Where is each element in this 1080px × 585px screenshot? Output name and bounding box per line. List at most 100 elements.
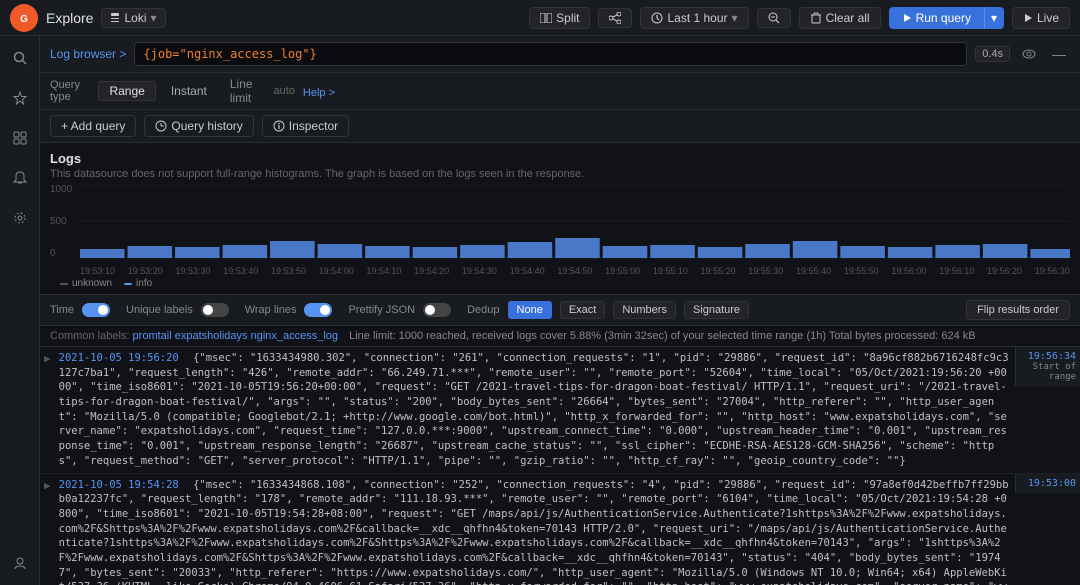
top-nav-right: Split Last 1 hour ▾ Clear all Run query … <box>529 7 1070 29</box>
live-icon <box>1023 13 1033 23</box>
dedup-none-button[interactable]: None <box>508 301 552 319</box>
chart-area: 1000 500 0 <box>40 184 1080 294</box>
help-link[interactable]: Help > <box>303 87 335 99</box>
unique-labels-toggle[interactable] <box>201 303 229 317</box>
log-text: {"msec": "1633434868.108", "connection":… <box>59 479 1009 585</box>
chart-xaxis: 19:53:10 19:53:20 19:53:30 19:53:40 19:5… <box>50 266 1070 276</box>
query-history-button[interactable]: Query history <box>144 115 253 137</box>
wrap-lines-label: Wrap lines <box>245 304 297 316</box>
run-query-button[interactable]: Run query <box>889 7 984 29</box>
tab-range[interactable]: Range <box>98 81 155 101</box>
run-query-group: Run query ▾ <box>889 7 1004 29</box>
left-sidebar <box>0 36 40 585</box>
log-entries: ▶ 2021-10-05 19:56:20 {"msec": "16334349… <box>40 347 1080 585</box>
explore-title: Explore <box>46 10 93 26</box>
prettify-json-toggle[interactable] <box>423 303 451 317</box>
time-chevron: ▾ <box>732 11 738 25</box>
label-promtail[interactable]: promtail <box>133 330 172 342</box>
eye-icon[interactable] <box>1018 44 1040 64</box>
svg-text:G: G <box>20 14 28 25</box>
datasource-selector[interactable]: Loki ▾ <box>101 8 165 28</box>
yaxis-0: 0 <box>50 248 80 259</box>
log-sidebar-time: 19:53:00 <box>1020 478 1076 489</box>
collapse-icon[interactable]: — <box>1048 44 1070 64</box>
breadcrumb[interactable]: Log browser > <box>50 47 126 61</box>
datasource-icon <box>110 12 120 24</box>
log-text: {"msec": "1633434980.302", "connection":… <box>59 352 1009 467</box>
label-expatsholidays[interactable]: expatsholidays <box>175 330 248 342</box>
log-sidebar-time: 19:56:34 <box>1020 351 1076 362</box>
legend-unknown: unknown <box>60 278 112 289</box>
sidebar-star-icon[interactable] <box>6 84 34 112</box>
split-icon <box>540 13 552 23</box>
split-button[interactable]: Split <box>529 7 590 29</box>
chart-legend: unknown info <box>50 276 1070 291</box>
line-limit-value: auto <box>273 85 294 97</box>
log-timestamp: 2021-10-05 19:54:28 <box>59 479 185 491</box>
clear-all-button[interactable]: Clear all <box>799 7 881 29</box>
unique-labels-label: Unique labels <box>126 304 193 316</box>
flip-results-button[interactable]: Flip results order <box>966 300 1070 320</box>
zoom-out-icon <box>768 12 780 24</box>
limit-info: Line limit: 1000 reached, received logs … <box>349 330 976 342</box>
add-query-button[interactable]: + Add query <box>50 115 136 137</box>
log-timestamp: 2021-10-05 19:56:20 <box>59 352 185 364</box>
log-sidebar-panel: 19:56:34 Start ofrange <box>1015 347 1080 386</box>
log-entry[interactable]: ▶ 2021-10-05 19:54:28 {"msec": "16334348… <box>40 474 1080 585</box>
query-input[interactable] <box>134 42 967 66</box>
sidebar-dashboard-icon[interactable] <box>6 124 34 152</box>
common-labels-text: Common labels: <box>50 330 129 342</box>
main-layout: Log browser > 0.4s — Query type Range In… <box>0 36 1080 585</box>
play-icon <box>902 13 912 23</box>
dedup-numbers-button[interactable]: Numbers <box>613 301 676 319</box>
yaxis-500: 500 <box>50 216 80 227</box>
query-bar: Log browser > 0.4s — <box>40 36 1080 73</box>
line-limit-label: Line limit <box>230 77 266 105</box>
chart-yaxis: 1000 500 0 <box>50 184 80 259</box>
top-nav: G Explore Loki ▾ Split Last 1 hour ▾ Cle… <box>0 0 1080 36</box>
inspector-button[interactable]: Inspector <box>262 115 349 137</box>
log-sidebar-label: Start ofrange <box>1020 362 1076 382</box>
dedup-exact-button[interactable]: Exact <box>560 301 606 319</box>
log-expand-icon[interactable]: ▶ <box>40 474 55 496</box>
query-time-badge: 0.4s <box>975 46 1010 62</box>
time-range-button[interactable]: Last 1 hour ▾ <box>640 7 748 29</box>
share-icon <box>609 12 621 24</box>
nav-section: Explore <box>46 10 93 26</box>
log-content: 2021-10-05 19:54:28 {"msec": "1633434868… <box>55 474 1015 585</box>
datasource-chevron: ▾ <box>150 11 156 25</box>
logs-subtitle: This datasource does not support full-ra… <box>40 168 1080 184</box>
sidebar-user-icon[interactable] <box>6 549 34 577</box>
share-button[interactable] <box>598 8 632 28</box>
sidebar-gear-icon[interactable] <box>6 204 34 232</box>
wrap-lines-toggle[interactable] <box>304 303 332 317</box>
time-label: Time <box>50 304 74 316</box>
legend-info: info <box>124 278 152 289</box>
query-tabs: Query type Range Instant Line limit auto… <box>40 73 1080 110</box>
log-sidebar-panel: 19:53:00 <box>1015 474 1080 493</box>
prettify-json-label: Prettify JSON <box>348 304 415 316</box>
sidebar-search-icon[interactable] <box>6 44 34 72</box>
label-nginx[interactable]: nginx_access_log <box>251 330 338 342</box>
common-labels-bar: Common labels: promtail expatsholidays n… <box>40 326 1080 347</box>
log-expand-icon[interactable]: ▶ <box>40 347 55 369</box>
time-toggle[interactable] <box>82 303 110 317</box>
tab-instant[interactable]: Instant <box>160 81 218 101</box>
inspector-icon <box>273 120 285 132</box>
run-query-dropdown[interactable]: ▾ <box>984 7 1004 29</box>
logs-title: Logs <box>40 143 1080 168</box>
chart-svg <box>80 184 1070 259</box>
zoom-out-button[interactable] <box>757 8 791 28</box>
legend-info-dot <box>124 283 132 285</box>
live-button[interactable]: Live <box>1012 7 1070 29</box>
sidebar-bell-icon[interactable] <box>6 164 34 192</box>
yaxis-1000: 1000 <box>50 184 80 195</box>
grafana-logo: G <box>10 4 38 32</box>
toolbar: + Add query Query history Inspector <box>40 110 1080 143</box>
history-icon <box>155 120 167 132</box>
logs-section: Logs This datasource does not support fu… <box>40 143 1080 585</box>
log-content: 2021-10-05 19:56:20 {"msec": "1633434980… <box>55 347 1015 473</box>
trash-icon <box>810 12 822 24</box>
log-entry[interactable]: ▶ 2021-10-05 19:56:20 {"msec": "16334349… <box>40 347 1080 474</box>
dedup-signature-button[interactable]: Signature <box>684 301 749 319</box>
